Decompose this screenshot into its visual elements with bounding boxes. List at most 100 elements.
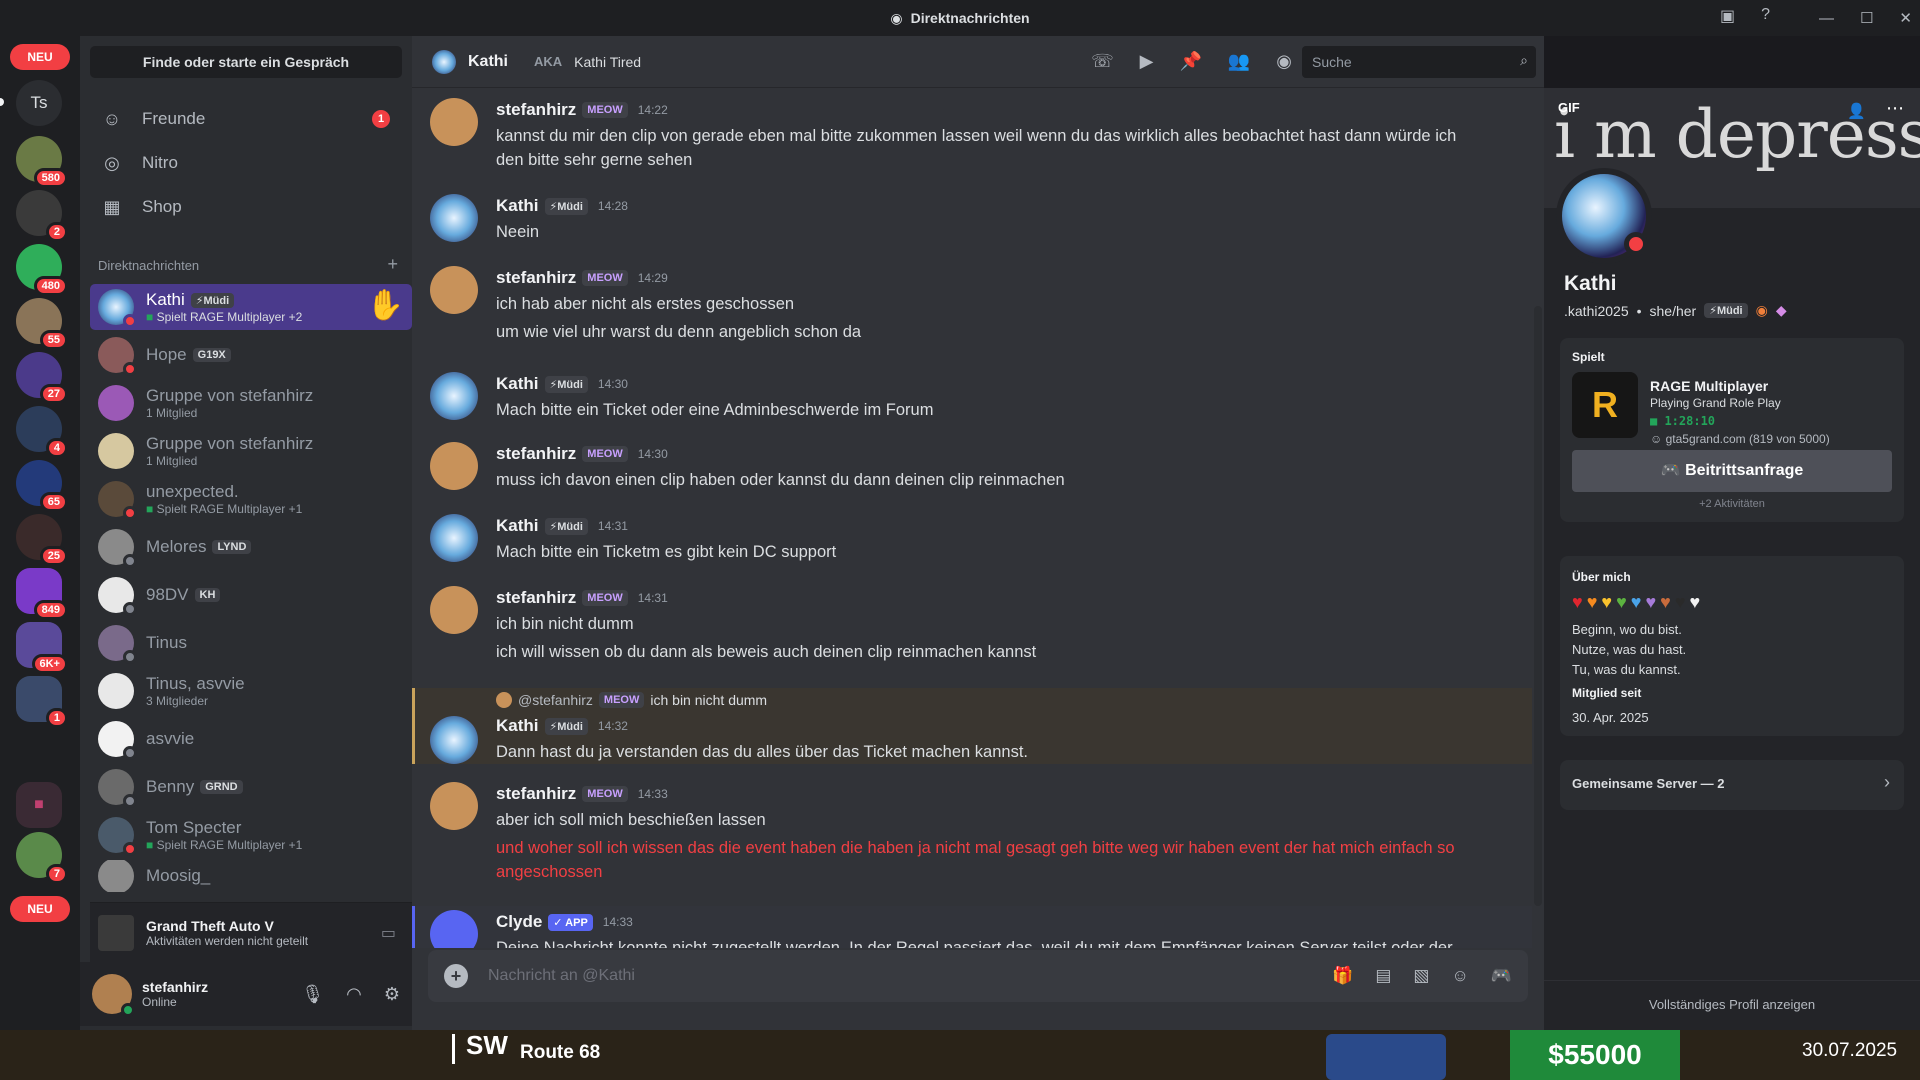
message-avatar[interactable] [430,514,478,562]
dm-item-kathi[interactable]: Kathi ⚡Müdi ■ Spielt RAGE Multiplayer +2 … [90,284,412,330]
maximize-icon[interactable]: ☐ [1860,9,1873,27]
message-avatar[interactable] [430,98,478,146]
nav-nitro[interactable]: ◎ Nitro [90,142,402,184]
message-author[interactable]: Clyde [496,912,542,932]
message-author[interactable]: stefanhirz [496,268,576,288]
gamepad-icon: ■ [146,310,157,324]
find-conversation-button[interactable]: Finde oder starte ein Gespräch [90,46,402,78]
emoji-icon[interactable]: ☺ [1451,966,1468,986]
more-options-icon[interactable]: ⋯ [1886,98,1904,119]
message-avatar[interactable] [430,442,478,490]
message-author[interactable]: Kathi [496,374,539,394]
dm-item[interactable]: Gruppe von stefanhirz 1 Mitglied [90,428,412,474]
server-badge: 480 [33,276,68,296]
server-icon[interactable]: 27 [16,352,68,404]
settings-gear-icon[interactable]: ⚙ [384,984,400,1005]
server-icon[interactable]: 7 [16,832,68,884]
close-icon[interactable]: ✕ [1899,9,1912,27]
more-activities-link[interactable]: +2 Aktivitäten [1560,498,1904,510]
pin-icon[interactable]: 📌 [1179,51,1201,72]
message-author[interactable]: stefanhirz [496,444,576,464]
server-icon[interactable]: 480 [16,244,68,296]
reply-author[interactable]: @stefanhirz [518,692,593,708]
minimize-icon[interactable]: — [1819,10,1834,27]
mutual-servers-row[interactable]: Gemeinsame Server — 2 › [1560,760,1904,810]
add-friend-to-dm-icon[interactable]: 👥 [1228,51,1250,72]
dm-item[interactable]: Gruppe von stefanhirz 1 Mitglied [90,380,412,426]
friends-badge: 1 [372,110,390,128]
server-icon[interactable]: 4 [16,406,68,458]
server-icon[interactable]: 2 [16,190,68,242]
message-avatar[interactable] [430,586,478,634]
dm-item[interactable]: Melores LYND [90,524,412,570]
voice-call-icon[interactable]: ☏ [1091,51,1114,72]
server-folder[interactable]: 849 [16,568,68,620]
message-author[interactable]: Kathi [496,716,539,736]
activities-icon[interactable]: 🎮 [1491,966,1512,986]
avatar [98,529,137,568]
dm-item[interactable]: 98DV KH [90,572,412,618]
message-avatar[interactable] [430,782,478,830]
message-text: Mach bitte ein Ticket oder eine Adminbes… [496,401,934,419]
headphones-icon[interactable]: ◠ [346,984,362,1005]
message-author[interactable]: Kathi [496,516,539,536]
server-folder[interactable]: ■ [16,782,62,828]
search-input[interactable]: Suche [1302,46,1536,78]
reply-text[interactable]: ich bin nicht dumm [650,692,767,708]
screen-share-icon[interactable]: ▭ [381,923,396,943]
server-icon[interactable]: 55 [16,298,68,350]
view-full-profile-link[interactable]: Vollständiges Profil anzeigen [1544,980,1920,1012]
chat-partner-name[interactable]: Kathi [468,53,508,71]
nav-label: Shop [142,197,182,216]
message-author[interactable]: stefanhirz [496,100,576,120]
profile-avatar[interactable] [1556,168,1652,264]
microphone-icon[interactable]: 🎙 [301,984,324,1005]
sticker-icon[interactable]: ▧ [1413,966,1429,986]
server-ts[interactable]: Ts [16,80,62,126]
server-folder[interactable]: 1 [16,676,68,728]
attach-plus-icon[interactable]: + [444,964,468,988]
help-icon[interactable]: ? [1761,6,1770,26]
message-author[interactable]: Kathi [496,196,539,216]
status-dnd-icon [123,314,137,328]
scrollbar[interactable] [1534,306,1542,906]
aka-name: Kathi Tired [574,53,642,70]
dm-item[interactable]: Moosig_ [90,860,412,892]
dm-item[interactable]: Tinus, asvvie 3 Mitglieder [90,668,412,714]
add-friend-icon[interactable]: 👤 [1847,102,1866,120]
dm-item[interactable]: Tinus [90,620,412,666]
message-author[interactable]: stefanhirz [496,588,576,608]
server-icon[interactable]: 580 [16,136,68,188]
server-icon[interactable]: 65 [16,460,68,512]
message-avatar[interactable] [430,266,478,314]
dm-item[interactable]: unexpected. ■ Spielt RAGE Multiplayer +1 [90,476,412,522]
hud-compass: SW [466,1030,508,1060]
about-line: Beginn, wo du bist. [1572,622,1682,637]
message-time: 14:29 [637,271,668,285]
gif-icon[interactable]: ▤ [1375,966,1391,986]
join-request-button[interactable]: 🎮 Beitrittsanfrage [1572,450,1892,492]
nav-shop[interactable]: ▦ Shop [90,186,402,228]
inbox-icon[interactable]: ▣ [1720,6,1735,26]
video-call-icon[interactable]: ▶ [1140,51,1154,72]
message-avatar[interactable] [430,194,478,242]
user-avatar[interactable] [92,974,135,1017]
create-dm-button[interactable]: + [387,255,398,273]
gift-icon[interactable]: 🎁 [1332,966,1353,986]
message-avatar[interactable] [430,372,478,420]
server-badge: 849 [33,600,68,620]
user-tag: ⚡Müdi [1704,303,1748,318]
message-input[interactable]: Nachricht an @Kathi [488,967,635,985]
nav-friends[interactable]: ☺ Freunde 1 [90,98,402,140]
dm-item[interactable]: Hope G19X [90,332,412,378]
dm-item[interactable]: Tom Specter ■ Spielt RAGE Multiplayer +1 [90,812,412,858]
server-folder[interactable]: 6K+ [16,622,68,674]
user-profile-icon[interactable]: ◉ [1276,51,1292,72]
message-avatar[interactable] [430,716,478,764]
dm-item[interactable]: asvvie [90,716,412,762]
dm-item[interactable]: Benny GRND [90,764,412,810]
server-icon[interactable]: 25 [16,514,68,566]
vehicle-icon [1326,1034,1446,1080]
message-author[interactable]: stefanhirz [496,784,576,804]
message-composer[interactable]: + Nachricht an @Kathi 🎁 ▤ ▧ ☺ 🎮 [428,950,1528,1002]
